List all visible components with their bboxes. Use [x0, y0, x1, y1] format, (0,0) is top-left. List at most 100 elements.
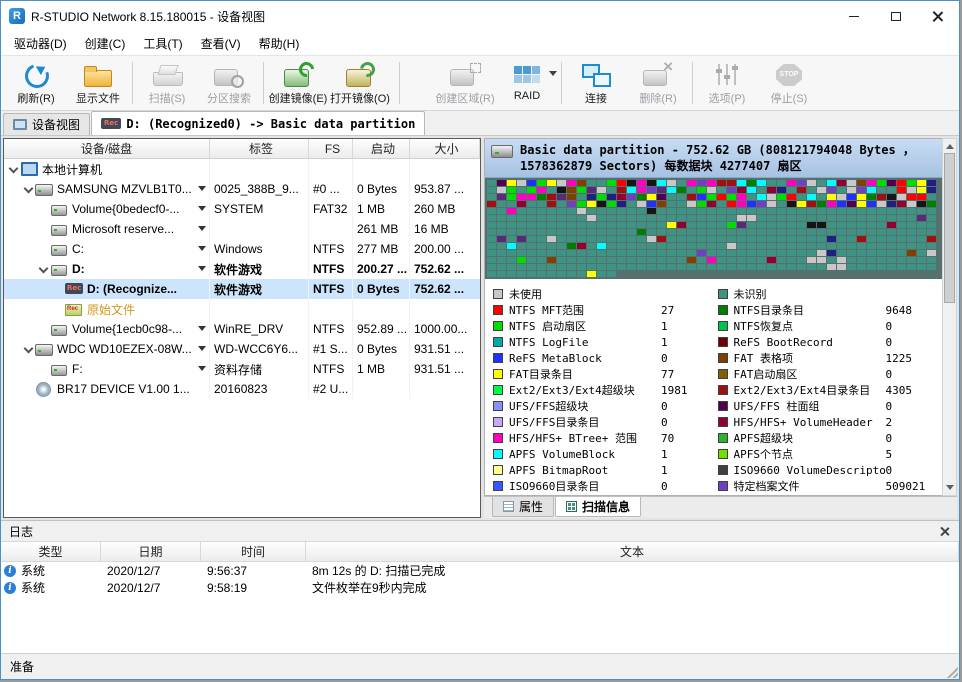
expand-chevron-icon[interactable] [23, 182, 35, 196]
tree-row[interactable]: Volume{0bedecf0-...SYSTEMFAT321 MB260 MB [4, 199, 480, 219]
tree-row[interactable]: Volume{1ecb0c98-...WinRE_DRVNTFS952.89 .… [4, 319, 480, 339]
tree-row[interactable]: F:资料存储NTFS1 MB931.51 ... [4, 359, 480, 379]
row-dropdown-arrow-icon[interactable] [198, 326, 206, 331]
scan-block [767, 194, 776, 200]
menu-item-view[interactable]: 查看(V) [192, 32, 250, 55]
scan-block [517, 243, 526, 249]
menu-item-drive[interactable]: 驱动器(D) [5, 32, 76, 55]
scan-block [807, 194, 816, 200]
scan-block [687, 208, 696, 214]
row-dropdown-arrow-icon[interactable] [198, 246, 206, 251]
tree-row[interactable]: Microsoft reserve...261 MB16 MB [4, 219, 480, 239]
legend-label: 特定档案文件 [734, 478, 886, 494]
tree-column-header-start[interactable]: 启动 [353, 139, 410, 158]
toolbar-button-partition-search[interactable]: 分区搜索 [198, 57, 260, 109]
expand-chevron-icon[interactable] [38, 262, 50, 276]
log-column-header-time[interactable]: 时间 [201, 542, 306, 561]
log-row[interactable]: i系统2020/12/79:58:19文件枚举在9秒内完成 [1, 579, 959, 596]
scan-block [547, 236, 556, 242]
scan-block [767, 201, 776, 207]
tree-column-header-size[interactable]: 大小 [410, 139, 480, 158]
log-column-header-text[interactable]: 文本 [306, 542, 959, 561]
toolbar-button-create-region[interactable]: 创建区域(R) [434, 57, 496, 109]
scan-block [667, 229, 676, 235]
tree-row[interactable]: WDC WD10EZEX-08W...WD-WCC6Y6...#1 S...0 … [4, 339, 480, 359]
toolbar-button-refresh[interactable]: 刷新(R) [5, 57, 67, 109]
scan-block [587, 229, 596, 235]
tree-row[interactable]: BR17 DEVICE V1.00 1...20160823#2 U... [4, 379, 480, 399]
toolbar-separator [399, 62, 400, 104]
toolbar-button-delete[interactable]: 删除(R) [627, 57, 689, 109]
maximize-button[interactable] [875, 1, 917, 31]
row-dropdown-arrow-icon[interactable] [198, 226, 206, 231]
resize-grip[interactable] [945, 665, 958, 678]
toolbar-button-options[interactable]: 选项(P) [696, 57, 758, 109]
scan-block [817, 229, 826, 235]
legend-count: 1 [661, 336, 668, 349]
tree-column-header-name[interactable]: 设备/磁盘 [4, 139, 210, 158]
toolbar-button-scan[interactable]: 扫描(S) [136, 57, 198, 109]
scan-block [847, 187, 856, 193]
menu-item-create[interactable]: 创建(C) [76, 32, 135, 55]
right-scrollbar[interactable] [942, 138, 957, 496]
tree-row[interactable]: 原始文件 [4, 299, 480, 319]
scrollbar-thumb[interactable] [944, 153, 955, 303]
log-column-header-date[interactable]: 日期 [101, 542, 201, 561]
menu-item-tools[interactable]: 工具(T) [134, 32, 191, 55]
scrollbar-up-arrow-icon[interactable] [946, 144, 954, 149]
tree-item-name: Volume{1ecb0c98-... [72, 322, 182, 336]
expand-chevron-icon[interactable] [8, 162, 20, 176]
scan-block [527, 208, 536, 214]
legend-label: APFS超级块 [734, 430, 886, 446]
expand-chevron-icon[interactable] [23, 342, 35, 356]
scan-block [867, 243, 876, 249]
tree-column-header-fs[interactable]: FS [309, 139, 353, 158]
tree-row[interactable]: D: (Recognize...软件游戏NTFS0 Bytes752.62 ..… [4, 279, 480, 299]
raid-dropdown-arrow-icon[interactable] [549, 71, 557, 76]
tab-device-view[interactable]: 设备视图 [3, 113, 90, 135]
tree-cell-size: 16 MB [410, 219, 480, 239]
toolbar-button-stop[interactable]: 停止(S) [758, 57, 820, 109]
connect-icon [580, 60, 612, 90]
tree-cell-name: BR17 DEVICE V1.00 1... [4, 379, 210, 399]
scan-block [717, 194, 726, 200]
tab-properties[interactable]: 属性 [492, 497, 554, 517]
show-files-icon [82, 60, 114, 90]
scan-block [677, 236, 686, 242]
scan-block [517, 264, 526, 270]
tab-scan-info[interactable]: 扫描信息 [555, 497, 641, 517]
tree-row[interactable]: 本地计算机 [4, 159, 480, 179]
toolbar-button-label: 连接 [585, 90, 607, 106]
row-dropdown-arrow-icon[interactable] [198, 366, 206, 371]
scrollbar-down-arrow-icon[interactable] [946, 485, 954, 490]
menu-item-help[interactable]: 帮助(H) [250, 32, 309, 55]
toolbar-button-create-image[interactable]: 创建镜像(E) [267, 57, 329, 109]
log-row[interactable]: i系统2020/12/79:56:378m 12s 的 D: 扫描已完成 [1, 562, 959, 579]
scan-block [537, 264, 546, 270]
tree-row[interactable]: SAMSUNG MZVLB1T0...0025_388B_9...#0 ...0… [4, 179, 480, 199]
scan-block [807, 264, 816, 270]
toolbar-button-open-image[interactable]: 打开镜像(O) [329, 57, 391, 109]
toolbar-button-raid[interactable]: RAID [496, 57, 558, 109]
toolbar-button-label: 停止(S) [771, 90, 808, 106]
tree-row[interactable]: C:WindowsNTFS277 MB200.00 ... [4, 239, 480, 259]
toolbar-button-label: 显示文件 [76, 90, 120, 106]
row-dropdown-arrow-icon[interactable] [198, 266, 206, 271]
log-close-button[interactable] [939, 525, 951, 537]
tab-scan-result[interactable]: D: (Recognized0) -> Basic data partition [91, 111, 425, 135]
log-column-header-type[interactable]: 类型 [1, 542, 101, 561]
toolbar-button-show-files[interactable]: 显示文件 [67, 57, 129, 109]
row-dropdown-arrow-icon[interactable] [198, 206, 206, 211]
scan-block [637, 264, 646, 270]
tree-column-header-label[interactable]: 标签 [210, 139, 309, 158]
tree-row[interactable]: D:软件游戏NTFS200.27 ...752.62 ... [4, 259, 480, 279]
row-dropdown-arrow-icon[interactable] [198, 346, 206, 351]
scan-block [897, 194, 906, 200]
scan-block [807, 250, 816, 256]
scan-block [877, 257, 886, 263]
row-dropdown-arrow-icon[interactable] [198, 186, 206, 191]
minimize-button[interactable] [833, 1, 875, 31]
close-button[interactable] [917, 1, 959, 31]
toolbar-button-connect[interactable]: 连接 [565, 57, 627, 109]
legend-label: APFS BitmapRoot [509, 464, 661, 477]
